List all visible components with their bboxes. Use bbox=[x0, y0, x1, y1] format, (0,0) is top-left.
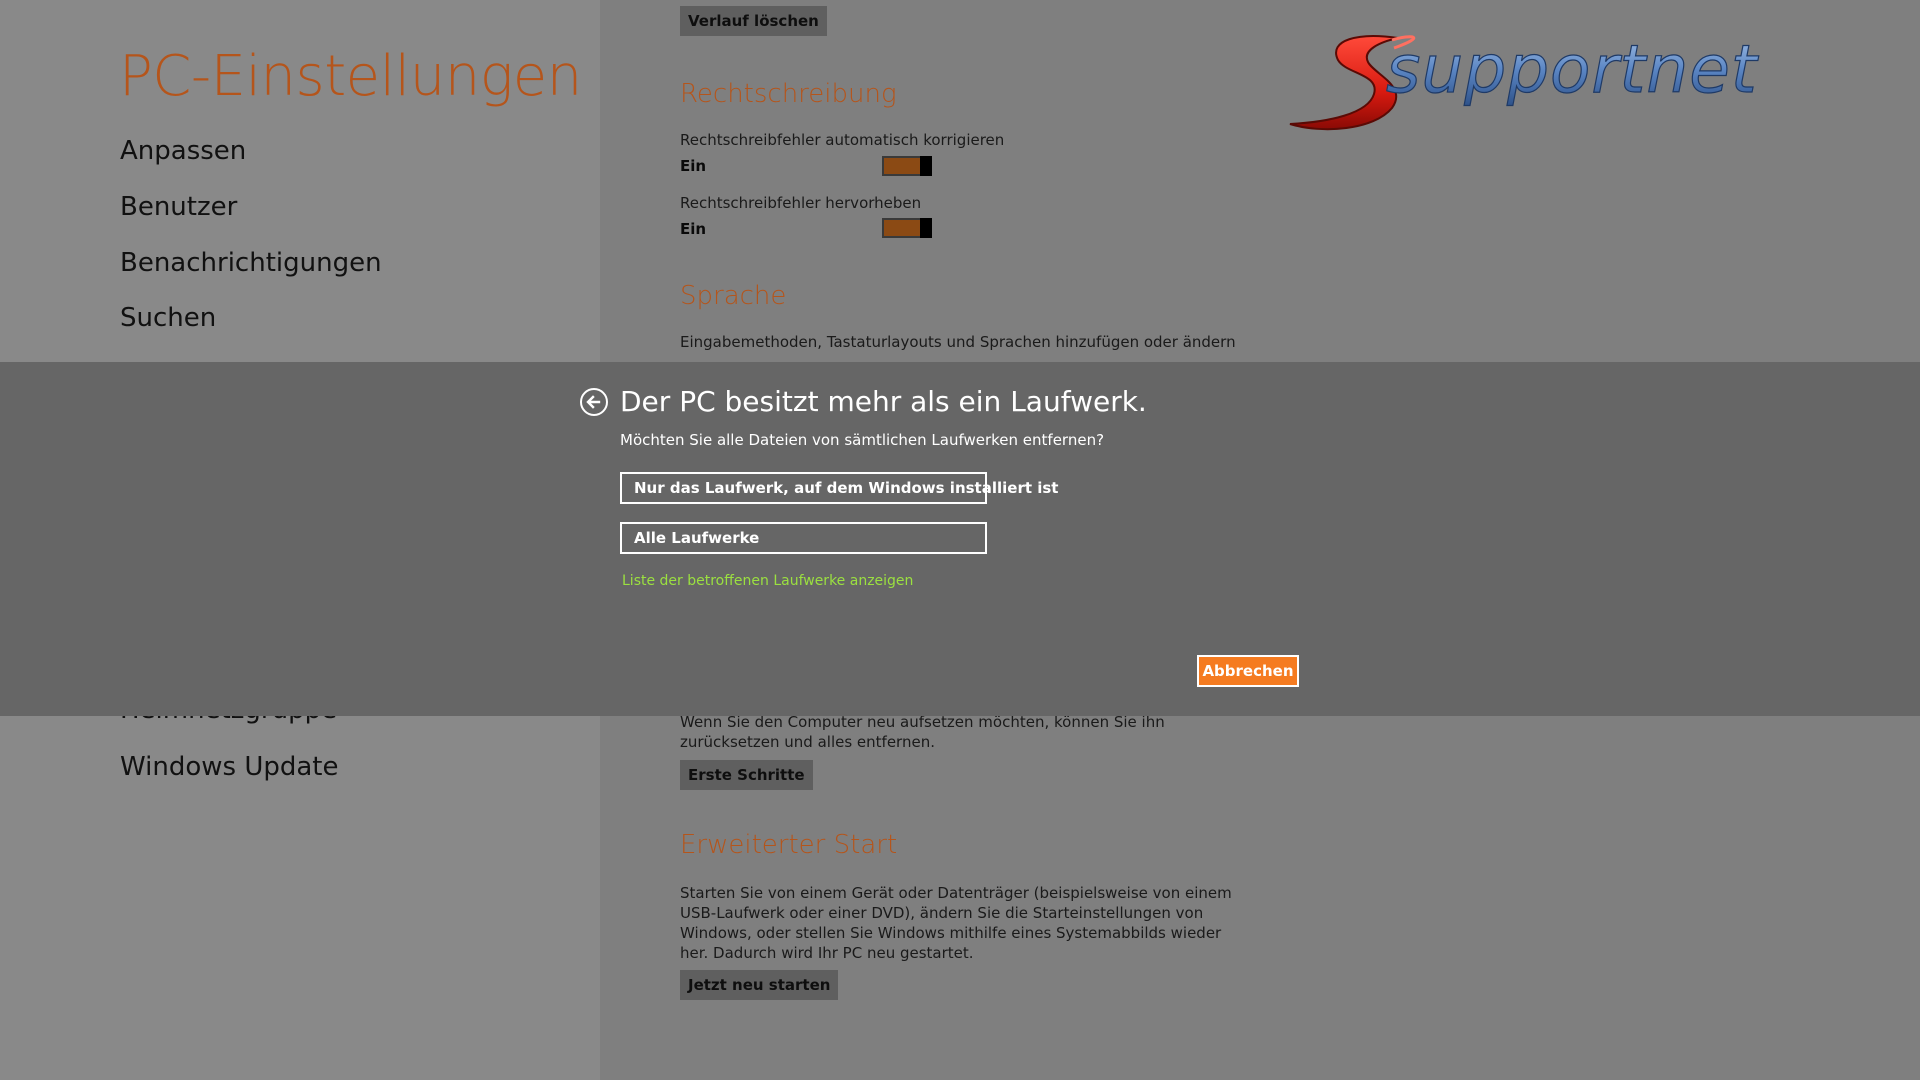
nav-item-benutzer[interactable]: Benutzer bbox=[120, 192, 237, 222]
highlight-state: Ein bbox=[680, 220, 707, 238]
nav-item-windows-update[interactable]: Windows Update bbox=[120, 752, 339, 782]
autocorrect-label: Rechtschreibfehler automatisch korrigier… bbox=[680, 131, 1005, 149]
back-arrow-icon bbox=[586, 395, 601, 409]
show-drives-list-link[interactable]: Liste der betroffenen Laufwerke anzeigen bbox=[622, 573, 913, 589]
advanced-start-title: Erweiterter Start bbox=[680, 830, 898, 860]
highlight-toggle[interactable] bbox=[882, 218, 932, 238]
spelling-section-title: Rechtschreibung bbox=[680, 79, 897, 109]
autocorrect-state: Ein bbox=[680, 157, 707, 175]
supportnet-logo: supportnet bbox=[1289, 30, 1759, 131]
back-button[interactable] bbox=[580, 388, 608, 416]
language-description[interactable]: Eingabemethoden, Tastaturlayouts und Spr… bbox=[680, 333, 1236, 351]
nav-item-benachrichtigungen[interactable]: Benachrichtigungen bbox=[120, 248, 382, 278]
dialog-title: Der PC besitzt mehr als ein Laufwerk. bbox=[620, 385, 1147, 418]
language-section-title: Sprache bbox=[680, 281, 787, 311]
reset-description: Wenn Sie den Computer neu aufsetzen möch… bbox=[680, 713, 1165, 751]
logo-s-mark bbox=[1289, 35, 1399, 131]
restart-now-button[interactable]: Jetzt neu starten bbox=[680, 970, 839, 1000]
nav-item-anpassen[interactable]: Anpassen bbox=[120, 136, 246, 166]
dialog-subtitle: Möchten Sie alle Dateien von sämtlichen … bbox=[620, 431, 1105, 449]
all-drives-button[interactable]: Alle Laufwerke bbox=[620, 522, 987, 554]
page-title: PC-Einstellungen bbox=[119, 44, 582, 109]
autocorrect-toggle[interactable] bbox=[882, 156, 932, 176]
logo-wordmark: supportnet bbox=[1386, 31, 1759, 108]
windows-drive-only-button[interactable]: Nur das Laufwerk, auf dem Windows instal… bbox=[620, 472, 1058, 504]
get-started-button[interactable]: Erste Schritte bbox=[680, 760, 813, 790]
advanced-start-description: Starten Sie von einem Gerät oder Datentr… bbox=[680, 884, 1232, 962]
toggle-thumb[interactable] bbox=[920, 218, 932, 238]
highlight-label: Rechtschreibfehler hervorheben bbox=[680, 194, 922, 212]
nav-item-suchen[interactable]: Suchen bbox=[120, 303, 216, 333]
clear-history-button[interactable]: Verlauf löschen bbox=[680, 6, 827, 36]
toggle-thumb[interactable] bbox=[920, 156, 932, 176]
cancel-button[interactable]: Abbrechen bbox=[1197, 655, 1299, 687]
